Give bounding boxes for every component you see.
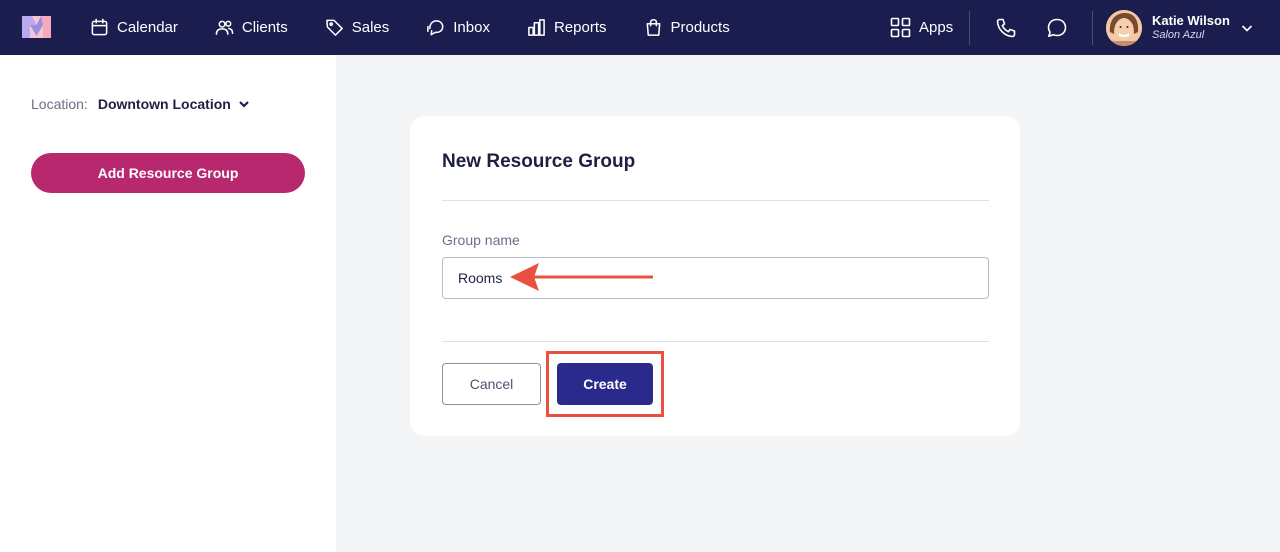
top-nav-bar: Calendar Clients Sales Inbox Reports Pro…	[0, 0, 1280, 55]
nav-calendar[interactable]: Calendar	[90, 0, 178, 55]
user-menu[interactable]: Katie Wilson Salon Azul	[1106, 10, 1253, 46]
nav-divider	[1092, 11, 1093, 45]
clients-icon	[215, 20, 234, 35]
cancel-button[interactable]: Cancel	[442, 363, 541, 405]
nav-sales[interactable]: Sales	[325, 0, 390, 55]
nav-sales-label: Sales	[351, 19, 390, 36]
chevron-down-icon	[1240, 21, 1254, 35]
nav-inbox-label: Inbox	[453, 19, 490, 36]
chevron-down-icon	[239, 101, 249, 108]
bag-icon	[646, 18, 660, 36]
inbox-icon	[427, 20, 444, 36]
apps-grid-icon	[890, 17, 911, 38]
nav-clients[interactable]: Clients	[215, 0, 288, 55]
create-highlight-box	[546, 351, 664, 417]
location-dropdown[interactable]: Downtown Location	[98, 96, 250, 112]
user-info: Katie Wilson Salon Azul	[1152, 13, 1230, 42]
calendar-icon	[91, 18, 108, 36]
add-resource-group-button[interactable]: Add Resource Group	[31, 153, 305, 193]
brand-logo[interactable]	[22, 16, 51, 38]
avatar-photo	[1106, 10, 1142, 46]
nav-products-label: Products	[670, 19, 730, 36]
reports-icon	[528, 19, 545, 36]
location-selector: Location: Downtown Location	[31, 96, 250, 112]
new-resource-group-card: New Resource Group Group name Cancel Cre…	[410, 116, 1020, 436]
arrow-left-icon	[510, 263, 653, 291]
apps-button[interactable]: Apps	[890, 0, 953, 55]
business-name: Salon Azul	[1152, 29, 1205, 42]
location-value: Downtown Location	[97, 96, 231, 112]
tag-icon	[325, 19, 343, 36]
main-nav: Calendar Clients Sales Inbox Reports Pro…	[90, 0, 767, 55]
location-label: Location:	[31, 96, 88, 112]
nav-divider	[969, 11, 970, 45]
sidebar: Location: Downtown Location Add Resource…	[0, 55, 336, 552]
nav-inbox[interactable]: Inbox	[426, 0, 490, 55]
nav-reports[interactable]: Reports	[527, 0, 607, 55]
avatar	[1106, 10, 1142, 46]
group-name-label: Group name	[442, 232, 520, 248]
nav-calendar-label: Calendar	[117, 19, 178, 36]
user-name: Katie Wilson	[1152, 13, 1230, 29]
chat-button[interactable]	[1046, 17, 1068, 39]
divider	[442, 200, 989, 201]
nav-products[interactable]: Products	[644, 0, 730, 55]
nav-reports-label: Reports	[553, 19, 607, 36]
card-title: New Resource Group	[442, 151, 636, 172]
phone-icon	[996, 18, 1016, 38]
chat-bubble-icon	[1047, 18, 1067, 37]
apps-label: Apps	[919, 19, 954, 36]
nav-clients-label: Clients	[241, 19, 288, 36]
phone-button[interactable]	[995, 17, 1017, 39]
divider	[442, 341, 989, 342]
